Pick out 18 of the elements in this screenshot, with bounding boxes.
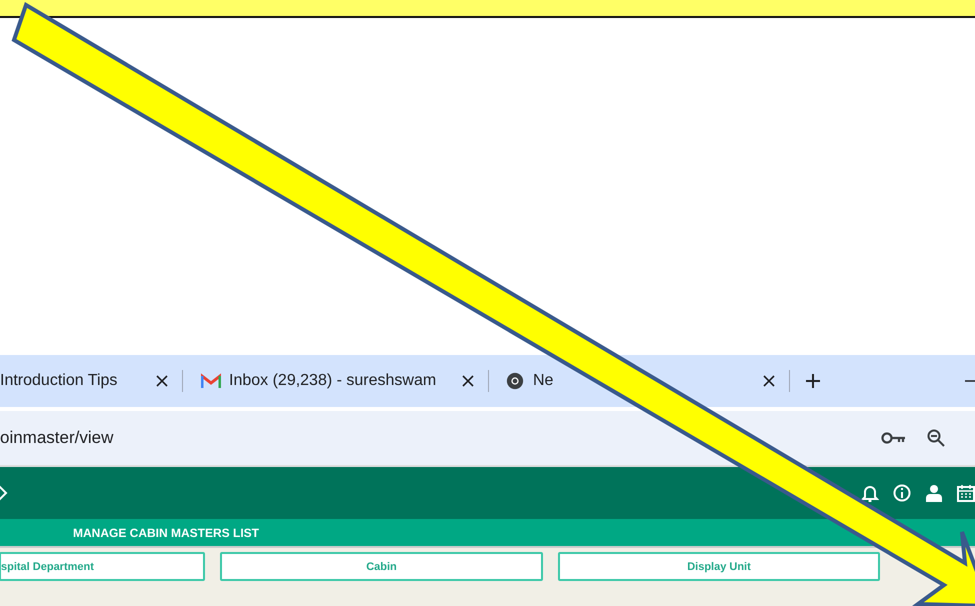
new-tab-icon[interactable] bbox=[806, 374, 820, 388]
browser-tab[interactable]: Introduction Tips bbox=[0, 372, 150, 390]
minimize-icon[interactable] bbox=[965, 380, 975, 382]
browser-tab[interactable]: Inbox (29,238) - sureshswam bbox=[201, 372, 456, 390]
user-icon[interactable] bbox=[925, 484, 943, 502]
browser-tab[interactable]: Ne bbox=[505, 372, 757, 390]
close-icon[interactable] bbox=[156, 375, 168, 387]
key-icon[interactable] bbox=[881, 431, 907, 445]
browser-logo-icon bbox=[505, 372, 525, 390]
close-icon[interactable] bbox=[462, 375, 474, 387]
calendar-icon[interactable] bbox=[957, 484, 975, 502]
bell-icon[interactable] bbox=[861, 484, 879, 502]
mail-icon bbox=[201, 372, 221, 390]
close-icon[interactable] bbox=[763, 375, 775, 387]
chevron-icon[interactable] bbox=[0, 485, 8, 501]
section-title: MANAGE CABIN MASTERS LIST bbox=[73, 526, 259, 540]
info-icon[interactable] bbox=[893, 484, 911, 502]
zoom-icon[interactable] bbox=[927, 429, 945, 447]
